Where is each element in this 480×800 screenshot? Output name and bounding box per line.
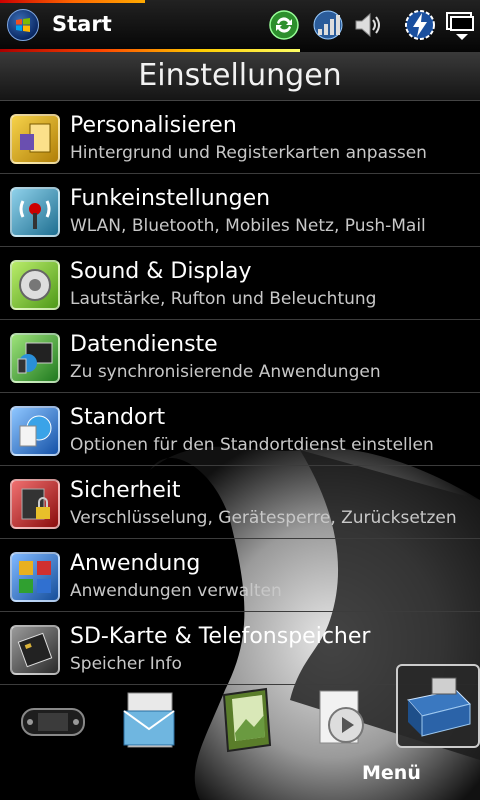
status-progress-line — [0, 49, 300, 52]
settings-toolbox-icon[interactable] — [396, 664, 480, 748]
item-title: SD-Karte & Telefonspeicher — [70, 624, 371, 649]
settings-item-funkeinstellungen[interactable]: Funkeinstellungen WLAN, Bluetooth, Mobil… — [0, 174, 480, 247]
game-console-icon[interactable] — [18, 685, 88, 755]
item-title: Funkeinstellungen — [70, 186, 271, 211]
item-subtitle: WLAN, Bluetooth, Mobiles Netz, Push-Mail — [70, 216, 426, 236]
photo-book-icon[interactable] — [212, 685, 282, 755]
volume-icon[interactable] — [352, 9, 384, 41]
location-icon — [10, 406, 60, 456]
page-title: Einstellungen — [138, 58, 342, 93]
item-title: Personalisieren — [70, 113, 237, 138]
wireless-icon — [10, 187, 60, 237]
start-label[interactable]: Start — [52, 12, 112, 36]
item-subtitle: Speicher Info — [70, 654, 182, 674]
multitask-icon[interactable] — [444, 9, 476, 41]
battery-charging-icon[interactable] — [404, 9, 436, 41]
settings-item-sicherheit[interactable]: Sicherheit Verschlüsselung, Gerätesperre… — [0, 466, 480, 539]
item-subtitle: Anwendungen verwalten — [70, 581, 282, 601]
status-accent-line — [0, 0, 145, 3]
item-subtitle: Verschlüsselung, Gerätesperre, Zurückset… — [70, 508, 457, 528]
personalize-icon — [10, 114, 60, 164]
settings-item-standort[interactable]: Standort Optionen für den Standortdienst… — [0, 393, 480, 466]
item-title: Standort — [70, 405, 166, 430]
sync-icon[interactable] — [268, 9, 300, 41]
item-title: Sicherheit — [70, 478, 181, 503]
settings-item-personalisieren[interactable]: Personalisieren Hintergrund und Register… — [0, 101, 480, 174]
settings-item-datendienste[interactable]: Datendienste Zu synchronisierende Anwend… — [0, 320, 480, 393]
media-icon[interactable] — [306, 685, 376, 755]
settings-header: Einstellungen — [0, 52, 480, 101]
status-bar: Start — [0, 0, 480, 52]
item-subtitle: Zu synchronisierende Anwendungen — [70, 362, 381, 382]
data-services-icon — [10, 333, 60, 383]
settings-item-anwendung[interactable]: Anwendung Anwendungen verwalten — [0, 539, 480, 612]
item-subtitle: Lautstärke, Rufton und Beleuchtung — [70, 289, 377, 309]
settings-list: Personalisieren Hintergrund und Register… — [0, 101, 480, 685]
windows-start-icon[interactable] — [7, 9, 39, 41]
settings-item-sound-display[interactable]: Sound & Display Lautstärke, Rufton und B… — [0, 247, 480, 320]
security-icon — [10, 479, 60, 529]
sound-display-icon — [10, 260, 60, 310]
item-title: Anwendung — [70, 551, 201, 576]
toolbox-icon — [407, 677, 471, 737]
signal-strength-icon[interactable] — [312, 9, 344, 41]
tab-dock — [0, 664, 480, 760]
item-title: Datendienste — [70, 332, 218, 357]
item-subtitle: Optionen für den Standortdienst einstell… — [70, 435, 434, 455]
applications-icon — [10, 552, 60, 602]
mail-icon[interactable] — [114, 685, 184, 755]
menu-softkey[interactable]: Menü — [362, 762, 421, 784]
item-title: Sound & Display — [70, 259, 252, 284]
sd-card-icon — [10, 625, 60, 675]
item-subtitle: Hintergrund und Registerkarten anpassen — [70, 143, 427, 163]
